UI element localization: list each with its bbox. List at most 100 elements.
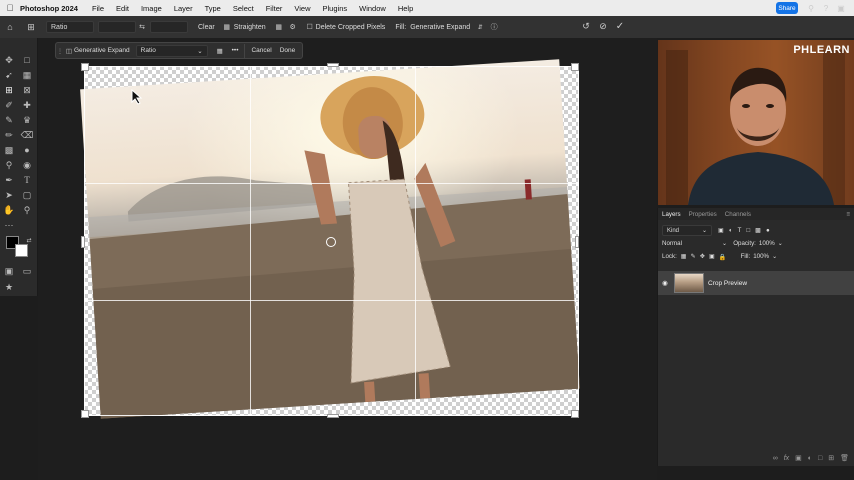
cancel-button[interactable]: Cancel [244,43,277,58]
crop-tool-icon[interactable]: ⊞ [20,22,42,33]
gradient-tool-icon[interactable]: ▩ [2,144,16,156]
menu-plugins[interactable]: Plugins [323,4,348,13]
hand-tool-icon[interactable]: ✋ [2,204,16,216]
lock-position-icon[interactable]: ✥ [700,253,705,260]
crop-handle-bottom-right[interactable] [571,410,579,418]
filter-kind-select[interactable]: Kind ⌄ [662,225,712,236]
fill-value[interactable]: 100% [753,253,769,260]
crop-handle-bottom-left[interactable] [81,410,89,418]
context-ratio-select[interactable]: Ratio ⌄ [135,44,208,57]
new-layer-icon[interactable]: ⊞ [828,454,834,462]
lock-transparent-icon[interactable]: ▦ [681,253,687,260]
settings-gear-icon[interactable]: ⚙ [286,23,300,31]
more-options-button[interactable]: ••• [232,47,239,54]
workspace-icon[interactable]: ▣ [836,3,846,13]
lock-pixels-icon[interactable]: ✎ [691,253,696,260]
checkbox-delete-cropped[interactable]: ☐ [304,23,316,31]
more-tools-icon[interactable]: ⋯ [2,219,16,231]
tab-channels[interactable]: Channels [721,211,755,218]
tab-properties[interactable]: Properties [685,211,721,218]
help-icon[interactable]: ? [821,3,831,13]
lasso-tool-icon[interactable]: ➹ [2,69,16,81]
object-select-tool-icon[interactable]: ▦ [20,69,34,81]
panel-menu-icon[interactable]: ≡ [842,211,854,218]
menu-select[interactable]: Select [233,4,254,13]
layer-style-icon[interactable]: fx [784,455,789,462]
crop-handle-top-right[interactable] [571,63,579,71]
commit-crop-icon[interactable]: ✓ [614,21,626,32]
new-group-icon[interactable]: □ [818,455,822,462]
visibility-eye-icon[interactable]: ◉ [658,279,672,287]
crop-handle-right[interactable] [575,236,579,248]
menu-type[interactable]: Type [205,4,221,13]
filter-type-icon[interactable]: T [738,227,742,234]
crop-handle-top[interactable] [327,63,339,67]
sponge-tool-icon[interactable]: ◉ [20,159,34,171]
menu-file[interactable]: File [92,4,104,13]
filter-pixel-icon[interactable]: ▣ [718,227,724,234]
dodge-tool-icon[interactable]: ⚲ [2,159,16,171]
menu-image[interactable]: Image [141,4,162,13]
eraser-tool-icon[interactable]: ⌫ [20,129,34,141]
crop-icon[interactable]: ⊞ [2,84,16,96]
done-button[interactable]: Done [278,44,302,58]
crop-handle-left[interactable] [81,236,85,248]
filter-toggle-icon[interactable]: ● [766,227,770,234]
zoom-tool-icon[interactable]: ⚲ [20,204,34,216]
crop-handle-top-left[interactable] [81,63,89,71]
artboard-tool-icon[interactable]: □ [20,54,34,66]
brush-tool-icon[interactable]: ✎ [2,114,16,126]
healing-tool-icon[interactable]: ✚ [20,99,34,111]
screen-mode-icon[interactable]: ▭ [20,265,34,277]
cancel-crop-icon[interactable]: ⊘ [597,21,609,32]
crop-handle-bottom[interactable] [327,414,339,418]
lock-all-icon[interactable]: 🔒 [719,253,727,261]
lock-artboard-icon[interactable]: ▣ [709,253,715,260]
opacity-value[interactable]: 100% [759,240,775,247]
filter-smart-icon[interactable]: ▩ [755,227,761,234]
rectangle-tool-icon[interactable]: ▢ [20,189,34,201]
info-icon[interactable]: ⓘ [488,22,500,32]
layer-row-crop-preview[interactable]: ◉ Crop Preview [658,271,854,295]
app-name[interactable]: Photoshop 2024 [20,4,78,13]
reset-icon[interactable]: ↺ [580,21,592,32]
quick-mask-icon[interactable]: ▣ [2,265,16,277]
tab-layers[interactable]: Layers [658,211,685,218]
share-button[interactable]: Share [776,2,798,14]
generate-image-icon[interactable]: ★ [2,281,16,293]
menu-filter[interactable]: Filter [266,4,283,13]
link-layers-icon[interactable]: ∞ [773,455,778,462]
menu-help[interactable]: Help [398,4,413,13]
menu-view[interactable]: View [294,4,310,13]
swap-colors-icon[interactable]: ⇄ [22,234,36,246]
drag-handle-icon[interactable]: ⋮ [56,47,64,55]
search-icon[interactable]: ⚲ [806,3,816,13]
clear-button[interactable]: Clear [192,20,221,34]
ratio-select[interactable]: Ratio [46,21,94,33]
history-brush-icon[interactable]: ✏ [2,129,16,141]
layer-name[interactable]: Crop Preview [708,280,747,287]
straighten-icon[interactable]: ▦ [221,23,233,31]
menu-layer[interactable]: Layer [174,4,193,13]
menu-edit[interactable]: Edit [116,4,129,13]
grid-overlay-icon[interactable]: ▦ [272,23,286,31]
straighten-ctx-icon[interactable]: ▦ [212,47,228,55]
blur-tool-icon[interactable]: ● [20,144,34,156]
apple-icon[interactable]:  [0,3,20,13]
filter-shape-icon[interactable]: □ [746,227,750,234]
filter-adjust-icon[interactable]: ◐ [729,227,733,234]
swap-icon[interactable]: ⇆ [136,23,148,31]
move-tool-icon[interactable]: ✥ [2,54,16,66]
pen-tool-icon[interactable]: ✒ [2,174,16,186]
path-select-tool-icon[interactable]: ➤ [2,189,16,201]
blend-mode-select[interactable]: Normal [662,240,722,247]
height-field[interactable] [150,21,188,33]
home-icon[interactable]: ⌂ [0,22,20,32]
delete-layer-icon[interactable]: 🗑 [840,454,849,462]
generative-expand-label[interactable]: Generative Expand [74,47,130,54]
menu-window[interactable]: Window [359,4,386,13]
type-tool-icon[interactable]: T [20,174,34,186]
straighten-button[interactable]: Straighten [233,20,272,34]
frame-tool-icon[interactable]: ⊠ [20,84,34,96]
stamp-tool-icon[interactable]: ♛ [20,114,34,126]
